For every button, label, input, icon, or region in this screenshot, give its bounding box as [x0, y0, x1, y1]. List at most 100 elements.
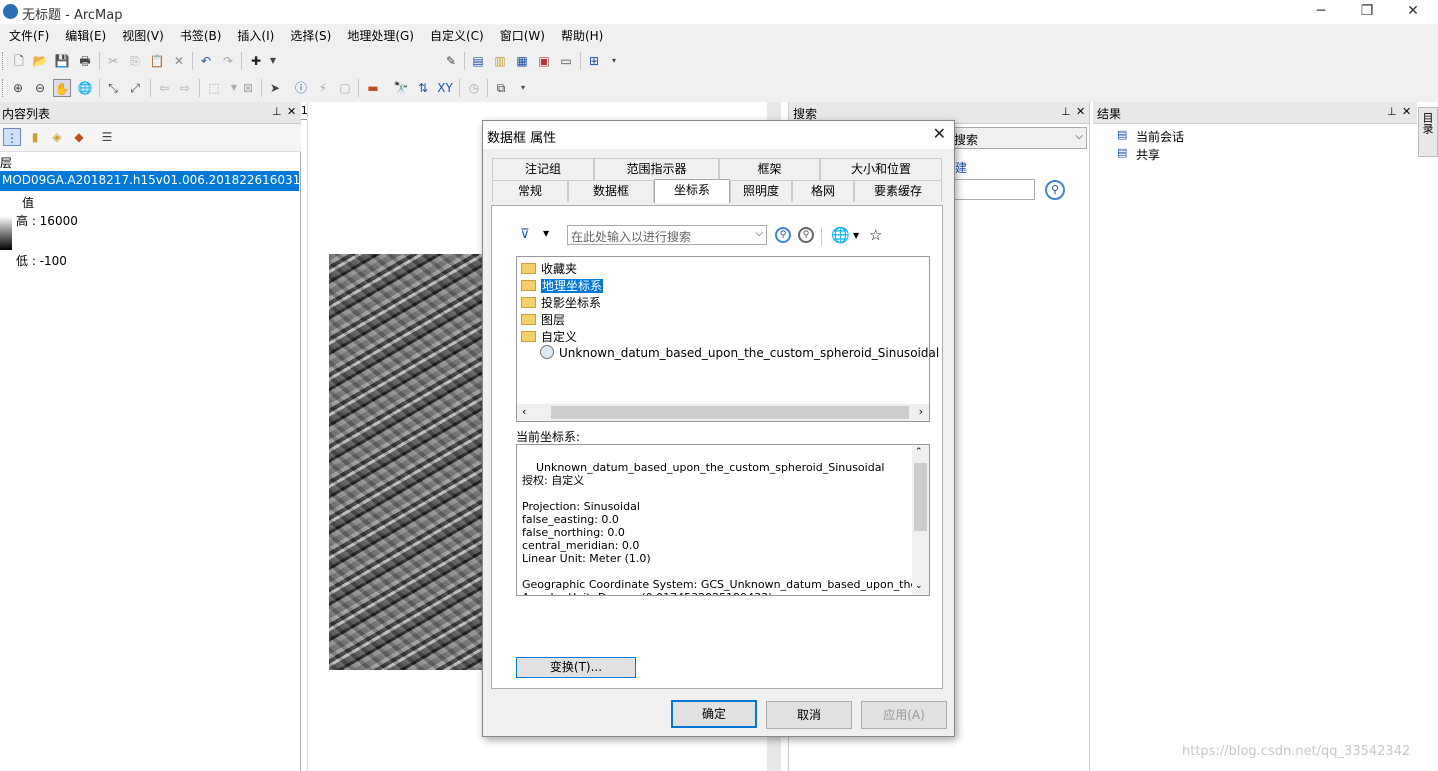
menu-file[interactable]: 文件(F) [0, 24, 56, 48]
menu-selection[interactable]: 选择(S) [281, 24, 338, 48]
list-by-source-icon[interactable]: ▮ [26, 128, 44, 146]
copy-icon[interactable]: ⎘ [126, 52, 144, 70]
python-window-icon[interactable]: ▭ [557, 52, 575, 70]
hyperlink-icon[interactable]: ⚡ [314, 79, 332, 97]
search-icon[interactable]: ⚲ [775, 227, 791, 243]
chevron-down-icon[interactable]: ⌵ [1075, 131, 1083, 142]
clear-search-icon[interactable]: ⚲ [798, 227, 814, 243]
catalog-side-tab[interactable]: 目录 [1418, 107, 1438, 157]
scroll-up-icon[interactable]: ⌃ [915, 446, 923, 459]
results-item-current-session[interactable]: 当前会话 [1136, 128, 1184, 145]
tree-item-favorites[interactable]: 收藏夹 [521, 260, 577, 277]
menu-insert[interactable]: 插入(I) [228, 24, 281, 48]
menu-bookmarks[interactable]: 书签(B) [171, 24, 229, 48]
toolbar-options-icon[interactable]: ▾ [605, 52, 623, 70]
tree-item-geographic[interactable]: 地理坐标系 [521, 277, 604, 294]
paste-icon[interactable]: 📋 [148, 52, 166, 70]
menu-edit[interactable]: 编辑(E) [56, 24, 113, 48]
list-by-visibility-icon[interactable]: ◈ [48, 128, 66, 146]
tree-horizontal-scrollbar[interactable]: ‹ › [517, 404, 929, 421]
delete-icon[interactable]: ✕ [170, 52, 188, 70]
transform-button[interactable]: 变换(T)... [516, 657, 636, 678]
toc-options-icon[interactable]: ☰ [98, 128, 116, 146]
layers-root[interactable]: 层 [0, 154, 12, 171]
tab-illumination[interactable]: 照明度 [730, 180, 792, 202]
modelbuilder-icon[interactable]: ⊞ [585, 52, 603, 70]
catalog-icon[interactable]: ▥ [491, 52, 509, 70]
results-item-shared[interactable]: 共享 [1136, 146, 1160, 163]
editor-toolbar-icon[interactable]: ✎ [442, 52, 460, 70]
find-route-icon[interactable]: ⇅ [414, 79, 432, 97]
tab-grids[interactable]: 格网 [792, 180, 854, 202]
clear-selection-icon[interactable]: ⊠ [239, 79, 257, 97]
scroll-down-icon[interactable]: ⌄ [915, 580, 923, 593]
close-icon[interactable]: ✕ [933, 124, 946, 143]
arctoolbox-icon[interactable]: ▣ [535, 52, 553, 70]
chevron-down-icon[interactable]: ⌵ [755, 228, 763, 239]
identify-icon[interactable]: ⓘ [292, 79, 310, 97]
save-icon[interactable]: 💾 [53, 52, 71, 70]
tree-item-projected[interactable]: 投影坐标系 [521, 294, 601, 311]
globe-dropdown-icon[interactable]: ▼ [853, 231, 859, 240]
viewer-window-icon[interactable]: ⧉ [492, 79, 510, 97]
table-of-contents-icon[interactable]: ▤ [469, 52, 487, 70]
apply-button[interactable]: 应用(A) [861, 701, 947, 729]
time-slider-icon[interactable]: ◷ [465, 79, 483, 97]
scroll-left-icon[interactable]: ‹ [522, 405, 526, 418]
tab-frame[interactable]: 框架 [719, 158, 820, 180]
pin-icon[interactable]: ⊥ [272, 105, 282, 118]
close-panel-icon[interactable]: ✕ [287, 105, 296, 118]
tab-coordinate-system[interactable]: 坐标系 [654, 179, 730, 203]
close-icon[interactable]: ✕ [1390, 0, 1436, 24]
tab-feature-cache[interactable]: 要素缓存 [854, 180, 942, 202]
menu-help[interactable]: 帮助(H) [552, 24, 610, 48]
go-to-xy-icon[interactable]: XY [436, 79, 454, 97]
tab-general[interactable]: 常规 [492, 180, 568, 202]
add-to-favorites-icon[interactable]: ☆ [869, 226, 882, 244]
search-mode-select[interactable]: 搜索 ⌵ [949, 127, 1087, 149]
add-data-dropdown-icon[interactable]: ▼ [264, 52, 282, 70]
find-icon[interactable]: 🔭 [392, 79, 410, 97]
fixed-zoom-out-icon[interactable]: ⤢ [126, 79, 144, 97]
search-link[interactable]: 建 [955, 159, 967, 176]
tree-item-custom[interactable]: 自定义 [521, 328, 577, 345]
ok-button[interactable]: 确定 [671, 700, 757, 728]
close-panel-icon[interactable]: ✕ [1402, 105, 1411, 118]
fixed-zoom-in-icon[interactable]: ⤡ [104, 79, 122, 97]
zoom-in-icon[interactable]: ⊕ [9, 79, 27, 97]
full-extent-icon[interactable]: 🌐 [76, 79, 94, 97]
scroll-right-icon[interactable]: › [919, 405, 923, 418]
pin-icon[interactable]: ⊥ [1387, 105, 1397, 118]
tab-size-position[interactable]: 大小和位置 [820, 158, 942, 180]
search-window-icon[interactable]: ▦ [513, 52, 531, 70]
undo-icon[interactable]: ↶ [197, 52, 215, 70]
html-popup-icon[interactable]: ▢ [336, 79, 354, 97]
cut-icon[interactable]: ✂ [104, 52, 122, 70]
scrollbar-thumb[interactable] [551, 406, 909, 419]
toolbar2-options-icon[interactable]: ▾ [514, 79, 532, 97]
search-go-icon[interactable]: ⚲ [1045, 180, 1065, 200]
measure-icon[interactable]: ▬ [364, 79, 382, 97]
select-features-icon[interactable]: ⬚ [205, 79, 223, 97]
add-data-icon[interactable]: ✚ [247, 52, 265, 70]
go-forward-icon[interactable]: ⇨ [176, 79, 194, 97]
filter-dropdown-icon[interactable]: ▼ [543, 229, 549, 238]
tree-item-layers[interactable]: 图层 [521, 311, 565, 328]
minimize-icon[interactable]: ─ [1298, 0, 1344, 24]
scrollbar-thumb[interactable] [914, 463, 927, 531]
select-elements-icon[interactable]: ➤ [266, 79, 284, 97]
details-vertical-scrollbar[interactable]: ⌃ ⌄ [912, 445, 929, 595]
close-panel-icon[interactable]: ✕ [1076, 105, 1085, 118]
new-document-icon[interactable]: 🗋 [10, 52, 28, 70]
menu-customize[interactable]: 自定义(C) [421, 24, 491, 48]
go-back-icon[interactable]: ⇦ [155, 79, 173, 97]
tab-data-frame[interactable]: 数据框 [568, 180, 654, 202]
menu-view[interactable]: 视图(V) [113, 24, 171, 48]
list-by-selection-icon[interactable]: ◆ [70, 128, 88, 146]
redo-icon[interactable]: ↷ [219, 52, 237, 70]
tree-item-sinusoidal[interactable]: Unknown_datum_based_upon_the_custom_sphe… [540, 345, 939, 360]
maximize-icon[interactable]: ❐ [1344, 0, 1390, 24]
open-icon[interactable]: 📂 [31, 52, 49, 70]
search-input[interactable] [949, 179, 1035, 200]
tab-extent-indicators[interactable]: 范围指示器 [594, 158, 719, 180]
